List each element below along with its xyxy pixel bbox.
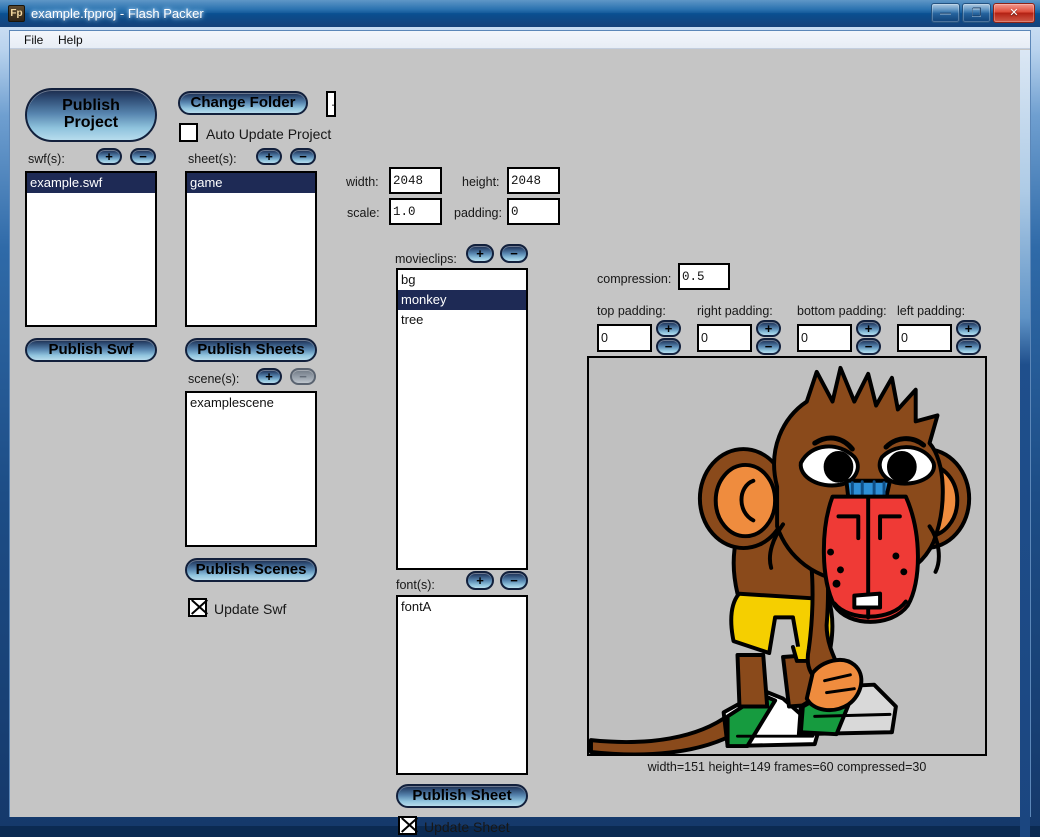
application-window: Fp example.fpproj - Flash Packer — ❐ ✕ F… bbox=[0, 0, 1040, 837]
publish-project-label-line1: Publish bbox=[62, 97, 120, 115]
update-sheet-label: Update Sheet bbox=[424, 819, 510, 835]
list-item[interactable]: tree bbox=[398, 310, 526, 330]
list-item[interactable]: examplescene bbox=[187, 393, 315, 413]
list-item[interactable]: monkey bbox=[398, 290, 526, 310]
scale-label: scale: bbox=[347, 206, 380, 220]
publish-project-button[interactable]: Publish Project bbox=[25, 88, 157, 142]
bottom-padding-input[interactable]: 0 bbox=[797, 324, 852, 352]
height-input[interactable]: 2048 bbox=[507, 167, 560, 194]
remove-font-button[interactable]: − bbox=[500, 571, 528, 590]
bottom-padding-increment-button[interactable]: + bbox=[856, 320, 881, 337]
title-bar: Fp example.fpproj - Flash Packer — ❐ ✕ bbox=[0, 0, 1040, 27]
maximize-icon: ❐ bbox=[971, 7, 982, 19]
close-icon: ✕ bbox=[1009, 7, 1019, 19]
right-padding-increment-button[interactable]: + bbox=[756, 320, 781, 337]
auto-update-project-label: Auto Update Project bbox=[206, 126, 332, 142]
right-padding-decrement-button[interactable]: − bbox=[756, 338, 781, 355]
scene-listbox[interactable]: examplescene bbox=[185, 391, 317, 547]
publish-project-label-line2: Project bbox=[63, 114, 119, 131]
publish-sheet-label: Publish Sheet bbox=[412, 787, 512, 805]
main-panel: Publish Project Change Folder . Auto Upd… bbox=[10, 50, 1030, 837]
publish-scenes-button[interactable]: Publish Scenes bbox=[185, 558, 317, 582]
maximize-button[interactable]: ❐ bbox=[962, 3, 991, 23]
publish-swf-button[interactable]: Publish Swf bbox=[25, 338, 157, 362]
close-button[interactable]: ✕ bbox=[993, 3, 1035, 23]
auto-update-project-checkbox[interactable] bbox=[179, 123, 198, 142]
add-sheet-button[interactable]: + bbox=[256, 148, 282, 165]
folder-path-field[interactable]: . bbox=[326, 91, 336, 117]
movieclips-listbox[interactable]: bg monkey tree bbox=[396, 268, 528, 570]
right-padding-label: right padding: bbox=[697, 304, 773, 318]
left-padding-input[interactable]: 0 bbox=[897, 324, 952, 352]
menu-bar: File Help bbox=[10, 31, 1030, 49]
swf-listbox[interactable]: example.swf bbox=[25, 171, 157, 327]
add-scene-button[interactable]: + bbox=[256, 368, 282, 385]
client-area: File Help Publish Project Change Folder … bbox=[9, 30, 1031, 837]
publish-swf-label: Publish Swf bbox=[48, 341, 134, 359]
padding-label: padding: bbox=[454, 206, 502, 220]
window-title: example.fpproj - Flash Packer bbox=[31, 6, 204, 21]
preview-caption: width=151 height=149 frames=60 compresse… bbox=[647, 760, 927, 774]
swf-section-label: swf(s): bbox=[28, 152, 65, 166]
top-padding-input[interactable]: 0 bbox=[597, 324, 652, 352]
left-padding-increment-button[interactable]: + bbox=[956, 320, 981, 337]
bottom-padding-decrement-button[interactable]: − bbox=[856, 338, 881, 355]
minimize-icon: — bbox=[940, 7, 951, 19]
padding-input[interactable]: 0 bbox=[507, 198, 560, 225]
list-item[interactable]: fontA bbox=[398, 597, 526, 617]
width-input[interactable]: 2048 bbox=[389, 167, 442, 194]
remove-movieclip-button[interactable]: − bbox=[500, 244, 528, 263]
list-item[interactable]: bg bbox=[398, 270, 526, 290]
add-movieclip-button[interactable]: + bbox=[466, 244, 494, 263]
update-swf-checkbox[interactable] bbox=[188, 598, 207, 617]
publish-sheet-button[interactable]: Publish Sheet bbox=[396, 784, 528, 808]
sheet-section-label: sheet(s): bbox=[188, 152, 237, 166]
scene-section-label: scene(s): bbox=[188, 372, 240, 386]
publish-sheets-button[interactable]: Publish Sheets bbox=[185, 338, 317, 362]
scale-input[interactable]: 1.0 bbox=[389, 198, 442, 225]
change-folder-label: Change Folder bbox=[190, 94, 296, 112]
remove-scene-button: − bbox=[290, 368, 316, 385]
fonts-listbox[interactable]: fontA bbox=[396, 595, 528, 775]
monkey-character-preview bbox=[589, 365, 972, 754]
app-icon: Fp bbox=[8, 5, 25, 22]
height-label: height: bbox=[462, 175, 500, 189]
remove-sheet-button[interactable]: − bbox=[290, 148, 316, 165]
movieclips-section-label: movieclips: bbox=[395, 252, 457, 266]
right-edge-scroll-strip[interactable] bbox=[1020, 50, 1030, 837]
compression-label: compression: bbox=[597, 272, 672, 286]
add-swf-button[interactable]: + bbox=[96, 148, 122, 165]
top-padding-label: top padding: bbox=[597, 304, 666, 318]
menu-item-help[interactable]: Help bbox=[52, 32, 89, 48]
change-folder-button[interactable]: Change Folder bbox=[178, 91, 308, 115]
menu-item-file[interactable]: File bbox=[18, 32, 49, 48]
list-item[interactable]: game bbox=[187, 173, 315, 193]
left-padding-decrement-button[interactable]: − bbox=[956, 338, 981, 355]
minimize-button[interactable]: — bbox=[931, 3, 960, 23]
publish-sheets-label: Publish Sheets bbox=[197, 341, 305, 359]
right-padding-input[interactable]: 0 bbox=[697, 324, 752, 352]
width-label: width: bbox=[346, 175, 379, 189]
top-padding-increment-button[interactable]: + bbox=[656, 320, 681, 337]
fonts-section-label: font(s): bbox=[396, 578, 435, 592]
preview-panel bbox=[587, 356, 987, 756]
list-item[interactable]: example.swf bbox=[27, 173, 155, 193]
update-swf-label: Update Swf bbox=[214, 601, 287, 617]
bottom-padding-label: bottom padding: bbox=[797, 304, 887, 318]
left-padding-label: left padding: bbox=[897, 304, 966, 318]
remove-swf-button[interactable]: − bbox=[130, 148, 156, 165]
sheet-listbox[interactable]: game bbox=[185, 171, 317, 327]
compression-input[interactable]: 0.5 bbox=[678, 263, 730, 290]
publish-scenes-label: Publish Scenes bbox=[195, 561, 307, 579]
add-font-button[interactable]: + bbox=[466, 571, 494, 590]
top-padding-decrement-button[interactable]: − bbox=[656, 338, 681, 355]
